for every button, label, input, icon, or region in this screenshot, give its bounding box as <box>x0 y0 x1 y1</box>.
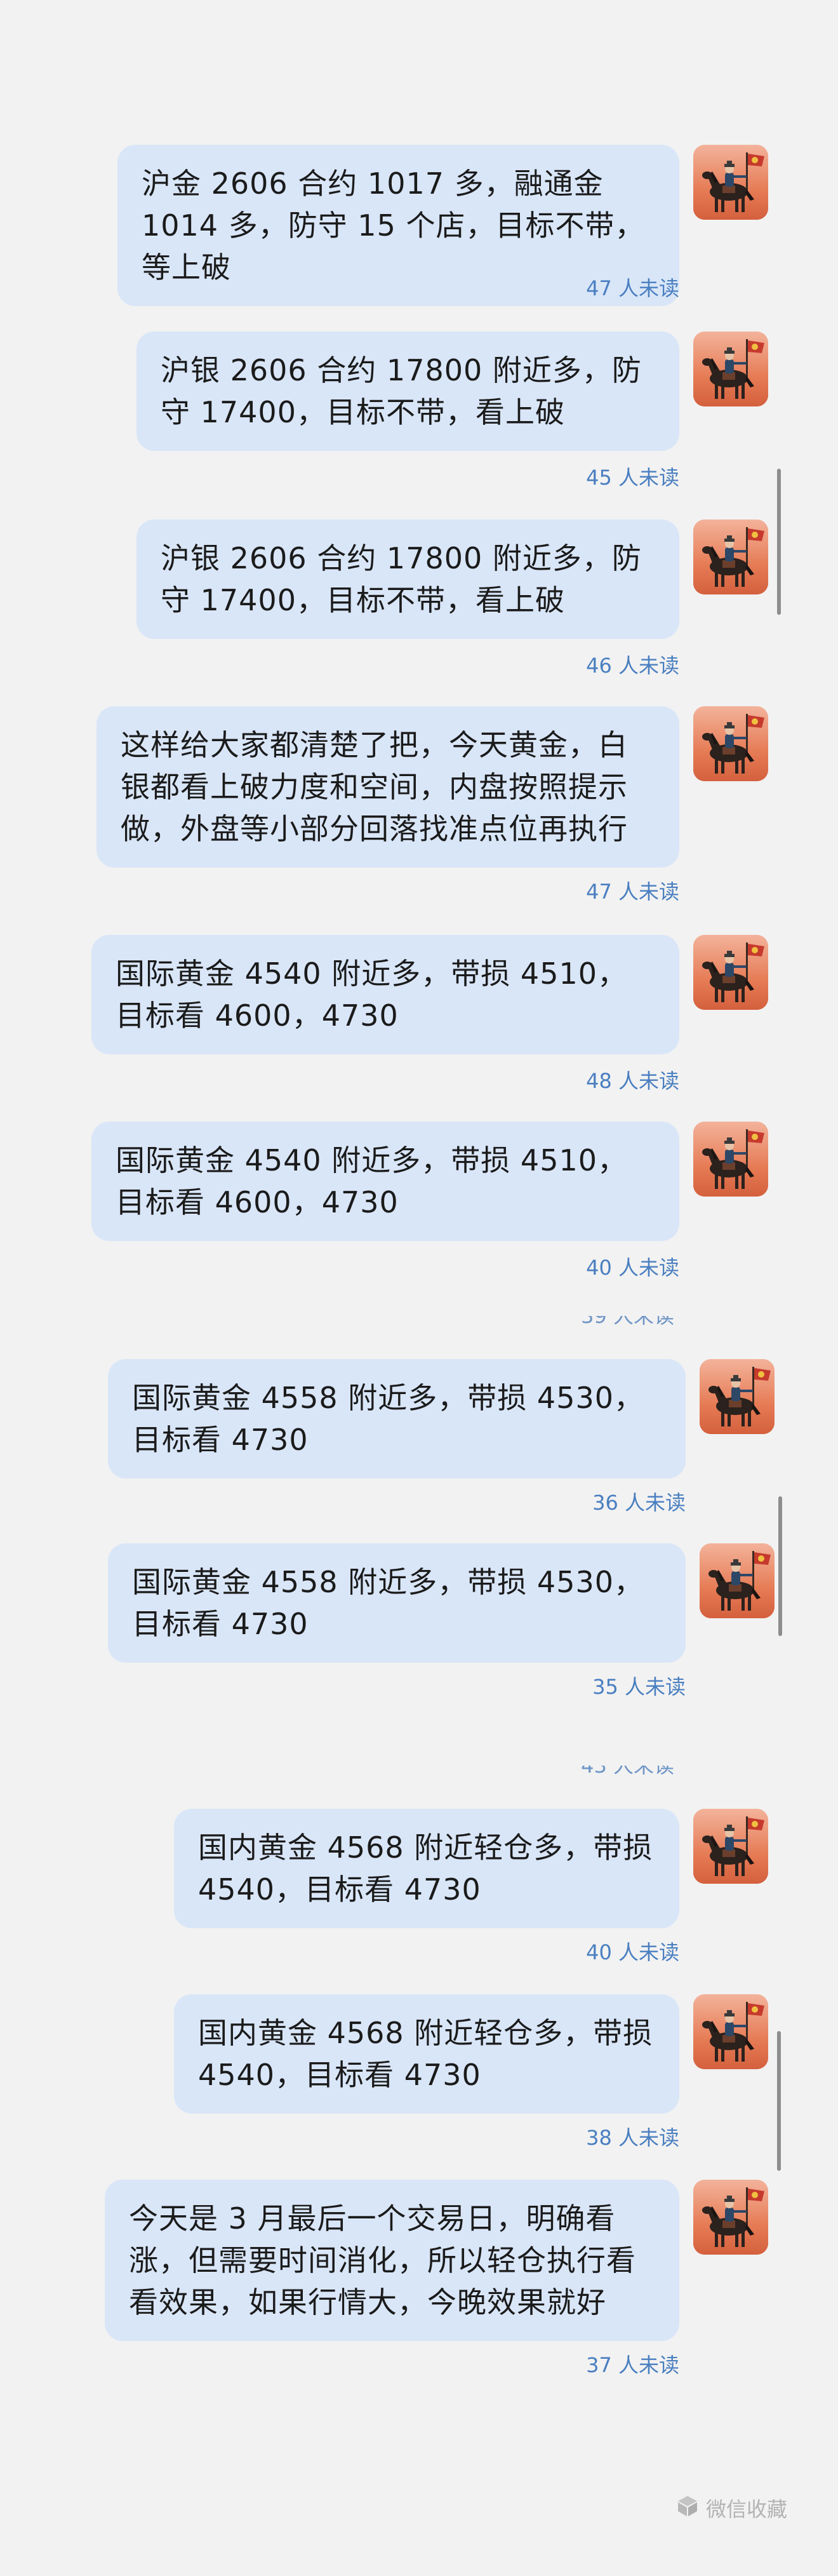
message-bubble[interactable]: 国际黄金 4540 附近多，带损 4510，目标看 4600，4730 <box>91 1122 679 1241</box>
unread-count[interactable]: 35 人未读 <box>592 1674 686 1700</box>
unread-count[interactable]: 46 人未读 <box>586 653 679 678</box>
horse-rider-avatar-icon[interactable] <box>693 935 768 1010</box>
unread-count[interactable]: 47 人未读 <box>586 276 679 301</box>
unread-count[interactable]: 47 人未读 <box>586 879 679 904</box>
clipped-unread-label: 39 人未读 <box>581 1316 674 1327</box>
unread-count[interactable]: 40 人未读 <box>586 1255 679 1280</box>
message-bubble[interactable]: 沪银 2606 合约 17800 附近多，防守 17400，目标不带，看上破 <box>136 520 679 639</box>
message-bubble[interactable]: 今天是 3 月最后一个交易日，明确看涨，但需要时间消化，所以轻仓执行看看效果，如… <box>105 2180 679 2341</box>
unread-count[interactable]: 40 人未读 <box>586 1940 679 1965</box>
watermark: 微信收藏 <box>675 2494 787 2524</box>
horse-rider-avatar-icon[interactable] <box>700 1359 775 1434</box>
wechat-favorites-cube-icon <box>675 2494 700 2524</box>
message-bubble[interactable]: 国际黄金 4558 附近多，带损 4530，目标看 4730 <box>108 1359 686 1479</box>
horse-rider-avatar-icon[interactable] <box>693 332 768 406</box>
message-bubble[interactable]: 国际黄金 4558 附近多，带损 4530，目标看 4730 <box>108 1543 686 1663</box>
message-bubble[interactable]: 国内黄金 4568 附近轻仓多，带损 4540，目标看 4730 <box>174 1994 679 2114</box>
clipped-unread-label: 43 人未读 <box>581 1766 674 1777</box>
unread-count[interactable]: 36 人未读 <box>592 1490 686 1515</box>
horse-rider-avatar-icon[interactable] <box>693 1809 768 1884</box>
horse-rider-avatar-icon[interactable] <box>700 1543 775 1618</box>
horse-rider-avatar-icon[interactable] <box>693 520 768 594</box>
horse-rider-avatar-icon[interactable] <box>693 706 768 781</box>
message-bubble[interactable]: 沪银 2606 合约 17800 附近多，防守 17400，目标不带，看上破 <box>136 332 679 451</box>
message-bubble[interactable]: 国际黄金 4540 附近多，带损 4510，目标看 4600，4730 <box>91 935 679 1054</box>
scrollbar[interactable] <box>777 469 781 615</box>
horse-rider-avatar-icon[interactable] <box>693 1994 768 2069</box>
scrollbar[interactable] <box>777 2031 781 2171</box>
unread-count[interactable]: 45 人未读 <box>586 465 679 490</box>
message-bubble[interactable]: 国内黄金 4568 附近轻仓多，带损 4540，目标看 4730 <box>174 1809 679 1928</box>
horse-rider-avatar-icon[interactable] <box>693 2180 768 2255</box>
unread-count[interactable]: 48 人未读 <box>586 1068 679 1094</box>
unread-count[interactable]: 38 人未读 <box>586 2125 679 2150</box>
message-bubble[interactable]: 这样给大家都清楚了把，今天黄金，白银都看上破力度和空间，内盘按照提示做，外盘等小… <box>96 706 679 868</box>
watermark-label: 微信收藏 <box>705 2497 787 2521</box>
horse-rider-avatar-icon[interactable] <box>693 1122 768 1197</box>
scrollbar[interactable] <box>778 1496 782 1636</box>
unread-count[interactable]: 37 人未读 <box>586 2352 679 2378</box>
horse-rider-avatar-icon[interactable] <box>693 145 768 220</box>
